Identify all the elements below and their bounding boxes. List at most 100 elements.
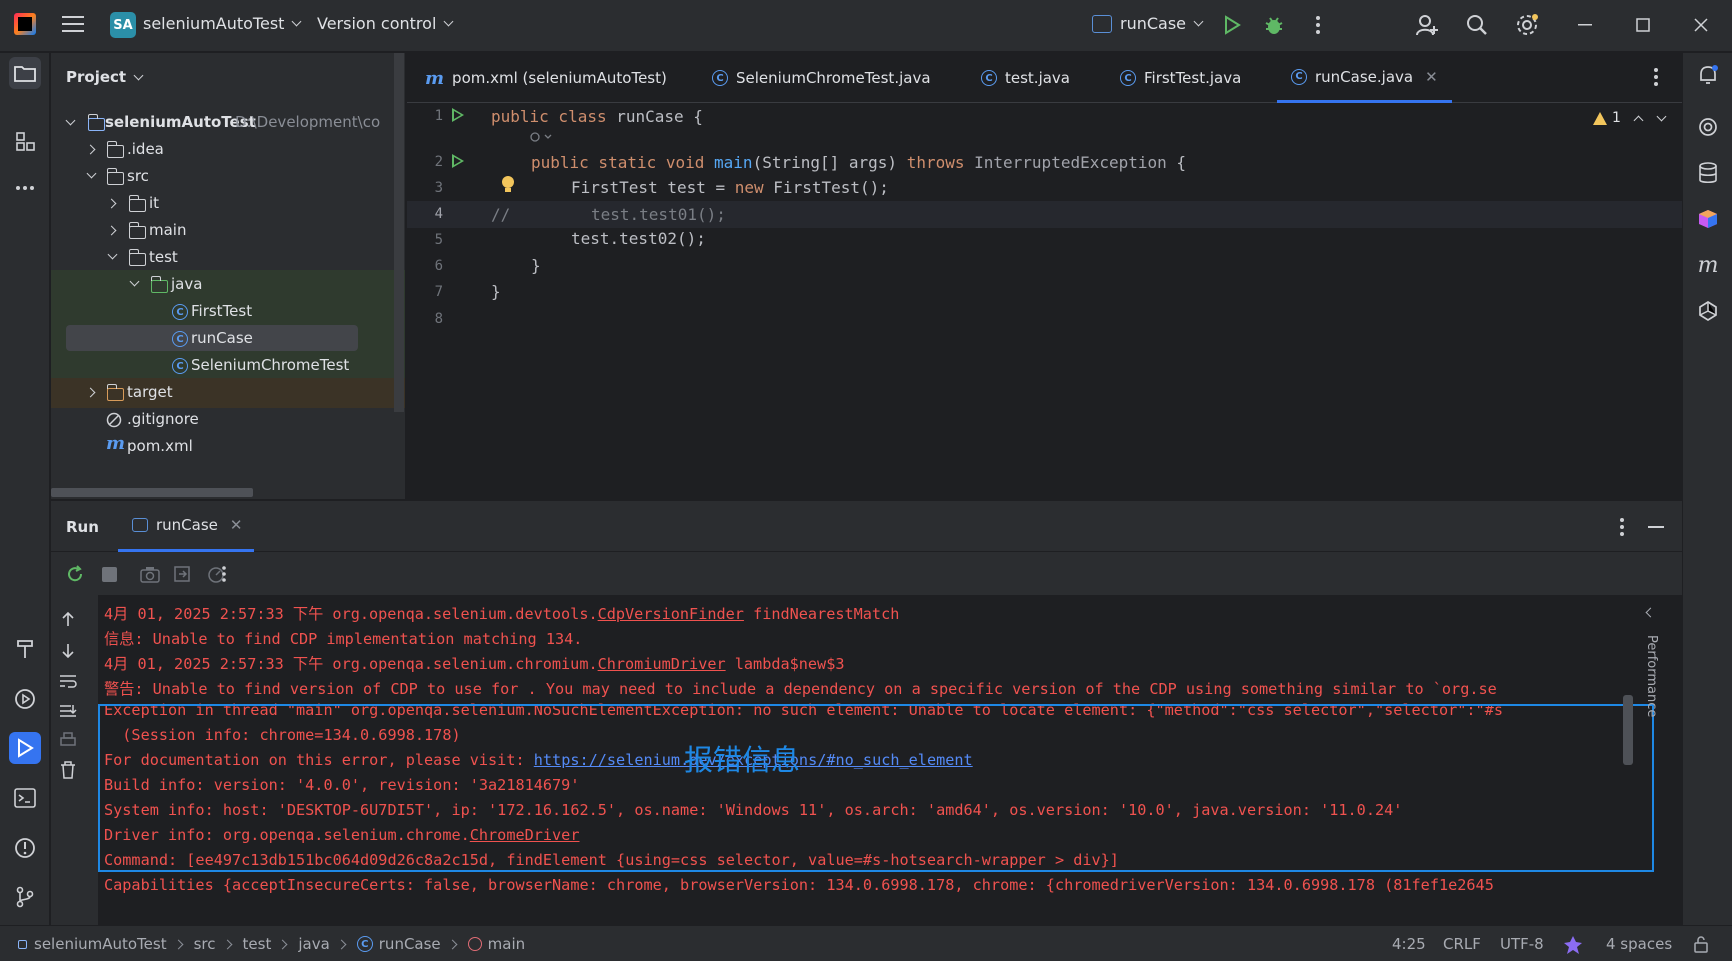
- indent-setting[interactable]: 4 spaces: [1606, 935, 1672, 953]
- line-number: 7: [434, 284, 443, 300]
- tree-item-it[interactable]: it: [51, 189, 405, 219]
- expand-arrow-icon[interactable]: [107, 249, 118, 260]
- chevron-left-icon[interactable]: [1645, 607, 1656, 618]
- settings-gear-icon[interactable]: [1514, 12, 1540, 38]
- line-number: 8: [434, 311, 443, 327]
- caret-position[interactable]: 4:25: [1392, 935, 1426, 953]
- terminal-icon[interactable]: [9, 782, 41, 814]
- performance-side-tab[interactable]: Performance: [1644, 635, 1659, 717]
- code-token: runCase {: [616, 107, 703, 126]
- collapse-arrow-icon[interactable]: [106, 198, 117, 209]
- breadcrumb-item[interactable]: src: [194, 935, 216, 953]
- test-source-folder-icon: [150, 276, 168, 293]
- file-encoding[interactable]: UTF-8: [1500, 935, 1544, 953]
- maximize-window-icon[interactable]: [1630, 12, 1656, 38]
- project-tool-folder-icon[interactable]: [9, 57, 41, 89]
- gradle-icon[interactable]: [1692, 295, 1724, 327]
- gutter-run-main-icon[interactable]: [452, 154, 464, 168]
- project-badge[interactable]: SA: [110, 12, 136, 38]
- gutter-run-class-icon[interactable]: [452, 108, 464, 122]
- tree-item-idea[interactable]: .idea: [51, 135, 405, 165]
- more-tools-icon[interactable]: [9, 172, 41, 204]
- expand-arrow-icon[interactable]: [65, 115, 76, 126]
- notifications-bell-icon[interactable]: [1692, 59, 1724, 91]
- structure-icon[interactable]: [9, 125, 41, 157]
- tree-item-java[interactable]: java: [51, 270, 405, 300]
- folder-icon: [128, 222, 146, 239]
- breadcrumb-item[interactable]: seleniumAutoTest: [34, 935, 167, 953]
- breadcrumb-item[interactable]: runCase: [379, 935, 441, 953]
- problems-icon[interactable]: [9, 832, 41, 864]
- tree-item-gitignore[interactable]: .gitignore: [51, 405, 405, 435]
- tab-runcase-java[interactable]: CrunCase.java ✕: [1277, 53, 1452, 103]
- horizontal-scrollbar[interactable]: [51, 488, 253, 497]
- code-with-me-icon[interactable]: [1414, 12, 1440, 38]
- breadcrumb-item[interactable]: main: [488, 935, 525, 953]
- run-button[interactable]: [1219, 12, 1245, 38]
- project-switcher[interactable]: seleniumAutoTest: [143, 14, 302, 33]
- tab-firsttest-java[interactable]: C FirstTest.java: [1120, 53, 1241, 103]
- inspection-widget[interactable]: 1: [1593, 110, 1667, 126]
- tab-seleniumchrometest[interactable]: C SeleniumChromeTest.java: [712, 53, 931, 103]
- tree-item-src[interactable]: src: [51, 162, 405, 192]
- more-actions-icon[interactable]: [1305, 12, 1331, 38]
- collapse-arrow-icon[interactable]: [106, 225, 117, 236]
- tree-item-firsttest[interactable]: C FirstTest: [51, 297, 405, 327]
- run-header: Run runCase ✕: [51, 501, 1682, 552]
- run-tool-icon[interactable]: [9, 732, 41, 764]
- console-output[interactable]: 4月 01, 2025 2:57:33 下午 org.openqa.seleni…: [98, 595, 1683, 926]
- expand-arrow-icon[interactable]: [129, 276, 140, 287]
- hide-panel-icon[interactable]: [1648, 526, 1664, 528]
- main-menu-icon[interactable]: [62, 16, 84, 34]
- class-link[interactable]: CdpVersionFinder: [598, 605, 744, 623]
- close-window-icon[interactable]: [1688, 12, 1714, 38]
- ai-assistant-icon[interactable]: [1692, 111, 1724, 143]
- line-ending[interactable]: CRLF: [1443, 935, 1481, 953]
- debug-button[interactable]: [1261, 12, 1287, 38]
- previous-highlight-icon[interactable]: [1633, 115, 1644, 125]
- class-link[interactable]: ChromiumDriver: [598, 655, 726, 673]
- tree-item-test[interactable]: test: [51, 243, 405, 273]
- next-highlight-icon[interactable]: [1656, 111, 1667, 121]
- services-icon[interactable]: [9, 683, 41, 715]
- tree-item-label: test: [149, 248, 178, 266]
- tree-item-pom[interactable]: m pom.xml: [51, 432, 405, 462]
- git-branch-icon[interactable]: [9, 881, 41, 913]
- breadcrumb-item[interactable]: java: [298, 935, 329, 953]
- vertical-scrollbar[interactable]: [394, 53, 404, 412]
- search-icon[interactable]: [1464, 12, 1490, 38]
- warning-count: 1: [1612, 110, 1621, 126]
- collapse-arrow-icon[interactable]: [85, 144, 96, 155]
- collapse-arrow-icon[interactable]: [85, 387, 96, 398]
- project-panel-title[interactable]: Project: [66, 68, 144, 86]
- line-number: 3: [434, 180, 443, 196]
- console-line: Capabilities {acceptInsecureCerts: false…: [104, 876, 1494, 894]
- close-run-tab-icon[interactable]: ✕: [230, 516, 243, 534]
- tree-item-target[interactable]: target: [51, 378, 405, 408]
- plugin-cube-icon[interactable]: [1692, 203, 1724, 235]
- stop-icon[interactable]: [102, 567, 117, 582]
- print-icon: [60, 732, 76, 746]
- tree-item-seleniumchrometest[interactable]: C SeleniumChromeTest: [51, 351, 405, 381]
- run-options-icon[interactable]: [1619, 517, 1625, 541]
- database-icon[interactable]: [1692, 157, 1724, 189]
- maven-icon[interactable]: m: [1692, 249, 1724, 281]
- run-tab-runcase[interactable]: runCase ✕: [118, 501, 254, 552]
- tree-item-project-root[interactable]: seleniumAutoTest D:\Development\co: [51, 108, 405, 138]
- version-control-menu[interactable]: Version control: [317, 14, 454, 33]
- code-token: throws: [906, 153, 975, 172]
- run-config-selector[interactable]: runCase: [1092, 14, 1204, 33]
- build-hammer-icon[interactable]: [9, 633, 41, 665]
- run-icon: [1225, 15, 1241, 35]
- tab-pom-xml[interactable]: m pom.xml (seleniumAutoTest): [425, 53, 667, 103]
- breadcrumb-item[interactable]: test: [243, 935, 272, 953]
- console-scrollbar[interactable]: [1623, 695, 1633, 765]
- code-editor[interactable]: 1 2 3 4 5 6 7 8 public class runCase { p…: [407, 104, 1682, 499]
- minimize-window-icon[interactable]: [1572, 12, 1598, 38]
- expand-arrow-icon[interactable]: [86, 168, 97, 179]
- close-tab-icon[interactable]: ✕: [1425, 68, 1438, 86]
- tree-item-runcase[interactable]: C runCase: [51, 324, 405, 354]
- tab-options-icon[interactable]: [1653, 67, 1659, 91]
- tab-test-java[interactable]: Ctest.java: [981, 53, 1070, 103]
- tree-item-main[interactable]: main: [51, 216, 405, 246]
